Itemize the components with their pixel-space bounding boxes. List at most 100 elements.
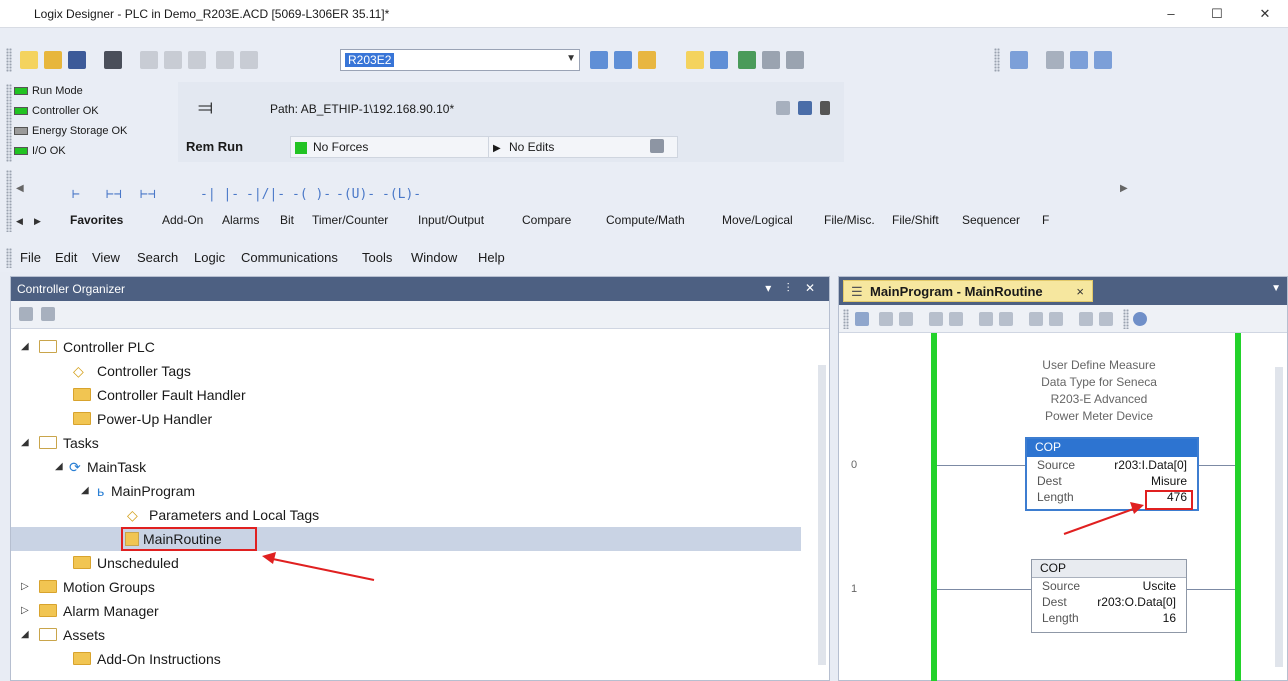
tab-scroll-left-icon[interactable]: ◀ bbox=[16, 216, 23, 227]
undo-icon[interactable] bbox=[216, 51, 234, 69]
module-icon[interactable] bbox=[1046, 51, 1064, 69]
tab-sequencer[interactable]: Sequencer bbox=[962, 213, 1020, 227]
paste-icon[interactable] bbox=[188, 51, 206, 69]
copy-icon[interactable] bbox=[164, 51, 182, 69]
ladder-toolbar-grip[interactable] bbox=[1123, 309, 1129, 329]
tab-add-on[interactable]: Add-On bbox=[162, 213, 203, 227]
expand-caret-icon[interactable]: ▷ bbox=[21, 599, 29, 623]
collapse-caret-icon[interactable]: ◢ bbox=[81, 479, 89, 503]
toolbar-grip[interactable] bbox=[6, 48, 12, 72]
rung-edit-icon[interactable] bbox=[879, 312, 893, 326]
toolbar-grip[interactable] bbox=[994, 48, 1000, 72]
tree-item-controller[interactable]: ◢ Controller PLC bbox=[11, 335, 801, 359]
tab-more[interactable]: F bbox=[1042, 213, 1049, 227]
rung-accept-icon[interactable] bbox=[899, 312, 913, 326]
close-button[interactable]: ✕ bbox=[1250, 4, 1280, 24]
new-file-icon[interactable] bbox=[20, 51, 38, 69]
tab-file-misc[interactable]: File/Misc. bbox=[824, 213, 875, 227]
who-active-icon[interactable] bbox=[776, 101, 790, 115]
menu-edit[interactable]: Edit bbox=[55, 250, 77, 265]
untest-edits-icon[interactable] bbox=[1049, 312, 1063, 326]
menu-tools[interactable]: Tools bbox=[362, 250, 392, 265]
tree-item-maintask[interactable]: ◢ ⟳ MainTask bbox=[11, 455, 801, 479]
open-folder-icon[interactable] bbox=[44, 51, 62, 69]
cop-operand[interactable]: Dest r203:O.Data[0] bbox=[1032, 594, 1186, 610]
bookmark-icon[interactable] bbox=[855, 312, 869, 326]
forces-field[interactable]: No Forces bbox=[290, 136, 508, 158]
scroll-right-icon[interactable]: ▶ bbox=[1120, 183, 1128, 194]
menu-logic[interactable]: Logic bbox=[194, 250, 225, 265]
expand-caret-icon[interactable]: ▷ bbox=[21, 575, 29, 599]
cop-operand[interactable]: Source r203:I.Data[0] bbox=[1027, 457, 1197, 473]
tab-compare[interactable]: Compare bbox=[522, 213, 571, 227]
branch-symbol[interactable]: ⊢⊣ bbox=[106, 187, 122, 202]
tree-item-powerup-handler[interactable]: Power-Up Handler bbox=[11, 407, 801, 431]
save-icon[interactable] bbox=[68, 51, 86, 69]
status-grip[interactable] bbox=[6, 84, 12, 162]
view-list-icon[interactable] bbox=[41, 307, 55, 321]
network-icon[interactable] bbox=[1070, 51, 1088, 69]
menu-view[interactable]: View bbox=[92, 250, 120, 265]
scroll-left-icon[interactable]: ◀ bbox=[16, 183, 24, 194]
collapse-all-icon[interactable] bbox=[19, 307, 33, 321]
upload-icon[interactable] bbox=[786, 51, 804, 69]
verify-routine-icon[interactable] bbox=[1079, 312, 1093, 326]
test-edits-icon[interactable] bbox=[949, 312, 963, 326]
collapse-caret-icon[interactable]: ◢ bbox=[21, 623, 29, 647]
xio-symbol[interactable]: -|/|- bbox=[246, 187, 285, 202]
tree-item-parameters[interactable]: ◇ Parameters and Local Tags bbox=[11, 503, 801, 527]
tree-item-unscheduled[interactable]: Unscheduled bbox=[11, 551, 801, 575]
find-next-icon[interactable] bbox=[614, 51, 632, 69]
menu-communications[interactable]: Communications bbox=[241, 250, 338, 265]
collapse-caret-icon[interactable]: ◢ bbox=[55, 455, 63, 479]
otl-symbol[interactable]: -(L)- bbox=[382, 187, 421, 202]
tab-timer-counter[interactable]: Timer/Counter bbox=[312, 213, 388, 227]
cross-reference-icon[interactable] bbox=[710, 51, 728, 69]
verify-icon[interactable] bbox=[686, 51, 704, 69]
menu-file[interactable]: File bbox=[20, 250, 41, 265]
tree-item-motion-groups[interactable]: ▷ Motion Groups bbox=[11, 575, 801, 599]
cop-instruction[interactable]: COP Source Uscite Dest r203:O.Data[0] Leng… bbox=[1031, 559, 1187, 633]
tab-menu-icon[interactable]: ▼ bbox=[1271, 283, 1281, 294]
tab-alarms[interactable]: Alarms bbox=[222, 213, 259, 227]
collapse-caret-icon[interactable]: ◢ bbox=[21, 431, 29, 455]
organizer-header-buttons[interactable]: ▾ ⫶ ✕ bbox=[765, 281, 821, 296]
tree-item-alarm-manager[interactable]: ▷ Alarm Manager bbox=[11, 599, 801, 623]
find-icon[interactable] bbox=[590, 51, 608, 69]
menu-grip[interactable] bbox=[6, 248, 12, 268]
tab-file-shift[interactable]: File/Shift bbox=[892, 213, 939, 227]
xic-symbol[interactable]: -| |- bbox=[200, 187, 239, 202]
tab-mainroutine[interactable]: ☰ MainProgram - MainRoutine × bbox=[843, 280, 1093, 302]
collapse-caret-icon[interactable]: ◢ bbox=[21, 335, 29, 359]
ote-symbol[interactable]: -( )- bbox=[292, 187, 331, 202]
tree-item-aoi[interactable]: Add-On Instructions bbox=[11, 647, 801, 671]
cop-operand[interactable]: Dest Misure bbox=[1027, 473, 1197, 489]
organizer-scrollbar[interactable] bbox=[818, 365, 826, 665]
cancel-edits-icon[interactable] bbox=[999, 312, 1013, 326]
finalize-edits-icon[interactable] bbox=[1029, 312, 1043, 326]
tree-item-tasks[interactable]: ◢ Tasks bbox=[11, 431, 801, 455]
controller-icon[interactable] bbox=[820, 101, 830, 115]
tree-item-assets[interactable]: ◢ Assets bbox=[11, 623, 801, 647]
cross-ref-icon[interactable] bbox=[1099, 312, 1113, 326]
redo-icon[interactable] bbox=[240, 51, 258, 69]
tab-favorites[interactable]: Favorites bbox=[70, 213, 123, 227]
download-icon[interactable] bbox=[762, 51, 780, 69]
tree-item-controller-tags[interactable]: ◇ Controller Tags bbox=[11, 359, 801, 383]
tab-bit[interactable]: Bit bbox=[280, 213, 294, 227]
network-path-icon[interactable] bbox=[798, 101, 812, 115]
menu-search[interactable]: Search bbox=[137, 250, 178, 265]
tree-item-fault-handler[interactable]: Controller Fault Handler bbox=[11, 383, 801, 407]
cop-operand[interactable]: Source Uscite bbox=[1032, 578, 1186, 594]
zoom-icon[interactable] bbox=[1133, 312, 1147, 326]
pending-edits-icon[interactable] bbox=[929, 312, 943, 326]
tab-scroll-right-icon[interactable]: ▶ bbox=[34, 216, 41, 227]
cut-icon[interactable] bbox=[140, 51, 158, 69]
browse-icon[interactable] bbox=[638, 51, 656, 69]
maximize-button[interactable]: ☐ bbox=[1202, 4, 1232, 24]
menu-window[interactable]: Window bbox=[411, 250, 457, 265]
close-tab-icon[interactable]: × bbox=[1076, 284, 1084, 299]
tree-item-mainprogram[interactable]: ◢ ь MainProgram bbox=[11, 479, 801, 503]
palette-grip[interactable] bbox=[6, 170, 12, 232]
routine-combo[interactable]: R203E2 ▼ bbox=[340, 49, 580, 71]
